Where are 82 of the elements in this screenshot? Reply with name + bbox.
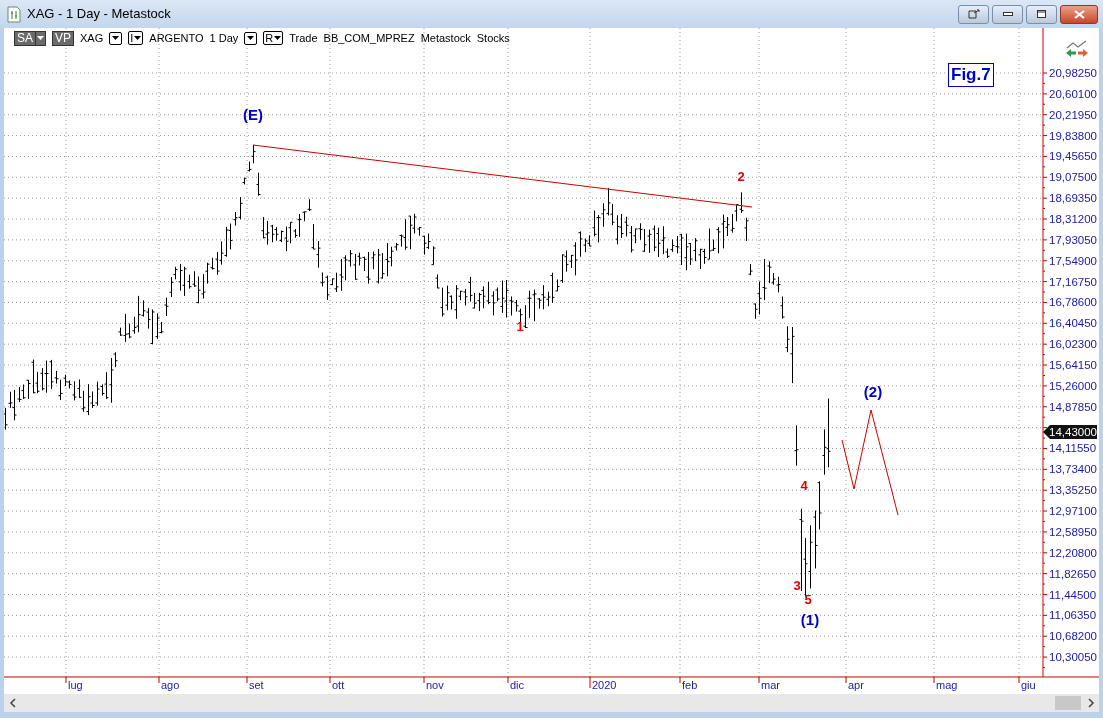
price-label: 15,26000 — [1049, 379, 1097, 392]
price-label: 18,69350 — [1049, 192, 1097, 205]
month-label: nov — [426, 679, 444, 691]
caret-icon — [247, 36, 255, 41]
dropdown-button[interactable] — [109, 31, 123, 45]
menu-button[interactable]: R — [263, 31, 284, 46]
toolbar-label: Stocks — [476, 31, 510, 46]
price-label: 20,60100 — [1049, 87, 1097, 100]
document-icon — [7, 5, 21, 23]
vp-button[interactable]: VP — [52, 30, 75, 46]
price-label: 11,06350 — [1049, 609, 1097, 622]
toolbar-label: XAG — [80, 31, 104, 46]
minimize-icon — [1002, 12, 1013, 16]
price-label: 20,21950 — [1049, 108, 1097, 121]
price-label: 18,31200 — [1049, 213, 1097, 225]
toolbar-label: BB_COM_MPREZ — [323, 31, 415, 46]
price-label: 20,98250 — [1049, 67, 1097, 79]
sa-split-button[interactable]: SA — [14, 30, 46, 46]
price-label: 19,83800 — [1049, 129, 1097, 142]
dropdown-button[interactable] — [244, 31, 258, 45]
menu-button[interactable]: I — [128, 31, 144, 46]
minimize-button[interactable] — [992, 4, 1023, 24]
price-label: 17,93050 — [1049, 233, 1097, 246]
price-label: 16,02300 — [1049, 338, 1097, 351]
price-label: 16,40450 — [1049, 317, 1097, 330]
month-label: ott — [332, 679, 345, 691]
price-label: 14,11550 — [1049, 442, 1097, 455]
price-label: 13,35250 — [1049, 484, 1097, 497]
price-label: 10,30050 — [1049, 651, 1097, 664]
toolbar-label: Trade — [289, 31, 318, 46]
wave-label: 2 — [737, 169, 745, 184]
scrollbar-thumb[interactable] — [1055, 696, 1081, 710]
price-label: 17,16750 — [1049, 275, 1097, 288]
price-label: 11,82650 — [1049, 567, 1097, 580]
month-label: ago — [161, 679, 180, 691]
window-title: XAG - 1 Day - Metastock — [27, 5, 171, 24]
wave-label: (2) — [863, 383, 883, 400]
price-label: 11,44500 — [1049, 588, 1097, 601]
price-label: 16,78600 — [1049, 296, 1097, 309]
caret-icon — [274, 36, 282, 41]
price-label: 10,68200 — [1049, 630, 1097, 643]
maximize-button[interactable] — [1026, 4, 1057, 24]
close-button[interactable] — [1060, 4, 1098, 24]
month-label: lug — [68, 679, 83, 691]
month-label: feb — [682, 679, 698, 691]
price-label: 19,07500 — [1049, 171, 1097, 184]
caret-icon — [112, 36, 120, 41]
wave-label: (E) — [243, 106, 263, 123]
last-price-tag: 14,43000 — [1043, 425, 1097, 439]
month-label: apr — [848, 679, 864, 691]
price-label: 12,97100 — [1049, 505, 1097, 518]
month-label: 2020 — [592, 679, 617, 691]
toolbar-label: Metastock — [420, 31, 471, 46]
horizontal-scrollbar[interactable] — [4, 694, 1099, 712]
caret-icon — [134, 36, 142, 41]
month-label: mar — [761, 679, 780, 691]
toolbar-label: ARGENTO — [149, 31, 204, 46]
maximize-icon — [1037, 10, 1046, 18]
month-label: mag — [936, 679, 958, 691]
close-icon — [1073, 9, 1085, 19]
wave-label: 5 — [804, 592, 812, 607]
price-label: 12,20800 — [1049, 546, 1097, 559]
wave-label: (1) — [800, 611, 820, 628]
month-label: set — [249, 679, 264, 691]
price-label: 13,73400 — [1049, 463, 1097, 476]
price-label: 12,58950 — [1049, 525, 1097, 538]
price-label: 19,45650 — [1049, 150, 1097, 163]
popout-icon — [967, 9, 980, 19]
month-label: dic — [510, 679, 525, 691]
wave-label: 3 — [793, 578, 801, 593]
scroll-right-icon[interactable] — [1088, 698, 1095, 708]
figure-label: Fig.7 — [948, 63, 994, 87]
wave-label: 1 — [516, 319, 524, 334]
chart-arrows-icon[interactable] — [1065, 40, 1089, 58]
price-label: 14,87850 — [1049, 400, 1097, 413]
scroll-left-icon[interactable] — [9, 698, 16, 708]
price-label: 17,54900 — [1049, 254, 1097, 267]
caret-icon — [37, 36, 44, 41]
month-label: giu — [1021, 679, 1036, 691]
wave-label: 4 — [800, 478, 808, 493]
toolbar-label: 1 Day — [209, 31, 239, 46]
price-label: 15,64150 — [1049, 359, 1097, 372]
